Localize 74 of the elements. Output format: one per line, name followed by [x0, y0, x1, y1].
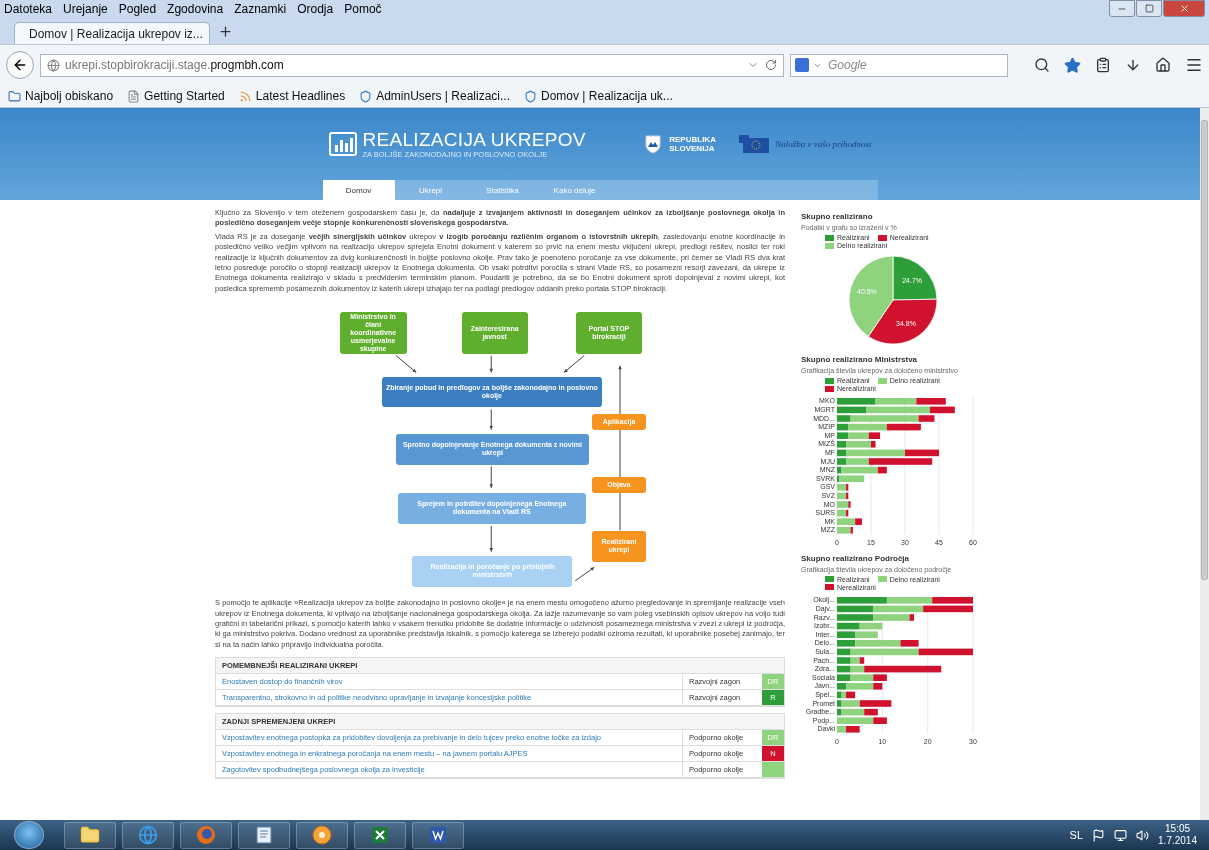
bookmark[interactable]: Latest Headlines [238, 89, 346, 103]
address-field[interactable]: ukrepi.stopbirokraciji.stage.progmbh.com [40, 53, 784, 77]
close-icon [1178, 3, 1190, 14]
arrow [395, 355, 417, 374]
menu-item[interactable]: Urejanje [63, 2, 108, 16]
bar-chart-logo-icon [328, 132, 357, 156]
globe-icon [47, 58, 60, 72]
spreadsheet-icon [370, 825, 390, 845]
arrow [489, 466, 493, 489]
menu-item[interactable]: Pomoč [344, 2, 382, 16]
arrow [489, 355, 493, 374]
arrow [489, 409, 493, 431]
taskbar-app[interactable] [238, 821, 290, 849]
search-icon[interactable] [1034, 57, 1050, 73]
search-box[interactable]: Google [790, 53, 1008, 77]
document-icon [428, 825, 448, 845]
search-field[interactable]: Google [826, 57, 1003, 73]
taskbar-app[interactable] [412, 821, 464, 849]
bookmark[interactable]: Najbolj obiskano [8, 89, 114, 103]
browser-tab[interactable]: Domov | Realizacija ukrepov iz... [14, 22, 210, 44]
disc-icon [312, 825, 332, 845]
minimize-button[interactable] [1109, 0, 1135, 17]
star-icon[interactable] [1064, 56, 1081, 74]
menu-item[interactable]: Datoteka [4, 2, 53, 16]
taskbar-app[interactable] [64, 821, 116, 849]
home-icon[interactable] [1155, 57, 1171, 73]
reload-icon[interactable] [765, 59, 777, 71]
flag-icon[interactable] [1092, 828, 1106, 842]
bookmark[interactable]: Getting Started [127, 89, 225, 103]
url-domain: progmbh.com [210, 58, 284, 72]
maximize-icon [1144, 4, 1154, 13]
download-icon[interactable] [1125, 57, 1141, 73]
start-button[interactable] [14, 821, 44, 849]
monitor-icon[interactable] [1114, 828, 1128, 842]
arrow [563, 355, 585, 374]
coat-of-arms-icon [645, 135, 662, 153]
menu-icon[interactable] [1185, 56, 1203, 74]
back-button[interactable] [6, 51, 34, 79]
browser-icon [196, 825, 216, 845]
menu-item[interactable]: Pogled [118, 2, 157, 16]
chart-title: Skupno realizirano Področja [801, 553, 911, 563]
eu-slogan: Naložba v vašo prihodnost [775, 139, 872, 149]
republic-label: REPUBLIKA SLOVENIJA [669, 135, 717, 153]
shield-icon [359, 89, 373, 103]
tab-title: Domov | Realizacija ukrepov iz... [29, 26, 203, 41]
feed-icon [238, 89, 252, 103]
folder-icon [8, 89, 21, 103]
bookmark[interactable]: AdminUsers | Realizaci... [359, 89, 510, 103]
site-title: REALIZACIJA UKREPOV [362, 129, 586, 150]
page-icon [127, 89, 141, 103]
chart-title: Skupno realizirano Ministrstva [801, 355, 919, 364]
maximize-button[interactable] [1136, 0, 1162, 17]
notepad-icon [254, 825, 274, 845]
url-host: ukrepi.stopbirokraciji.stage. [65, 58, 211, 72]
taskbar-app[interactable] [296, 821, 348, 849]
menu-item[interactable]: Zgodovina [167, 2, 224, 16]
bookmarks-icon[interactable] [1095, 57, 1111, 73]
shield-icon [524, 89, 537, 103]
arrow [574, 567, 595, 582]
new-tab-button[interactable] [218, 23, 233, 39]
scrollbar[interactable] [1200, 108, 1209, 820]
bookmark[interactable]: Domov | Realizacija uk... [524, 89, 673, 103]
globe-icon [138, 825, 158, 845]
speaker-icon[interactable] [1136, 828, 1150, 842]
menu-item[interactable]: Zaznamki [234, 2, 287, 16]
menu-item[interactable]: Orodja [297, 2, 334, 16]
folder-icon [80, 825, 100, 845]
arrow [489, 525, 493, 553]
eu-flag-icon [737, 134, 772, 154]
language-indicator[interactable]: SL [1069, 829, 1084, 841]
clock[interactable]: 15:05 1.7.2014 [1158, 823, 1197, 847]
taskbar-app[interactable] [354, 821, 406, 849]
chart-title: Skupno realizirano [801, 212, 874, 221]
nav-tab[interactable]: Domov [322, 180, 395, 200]
